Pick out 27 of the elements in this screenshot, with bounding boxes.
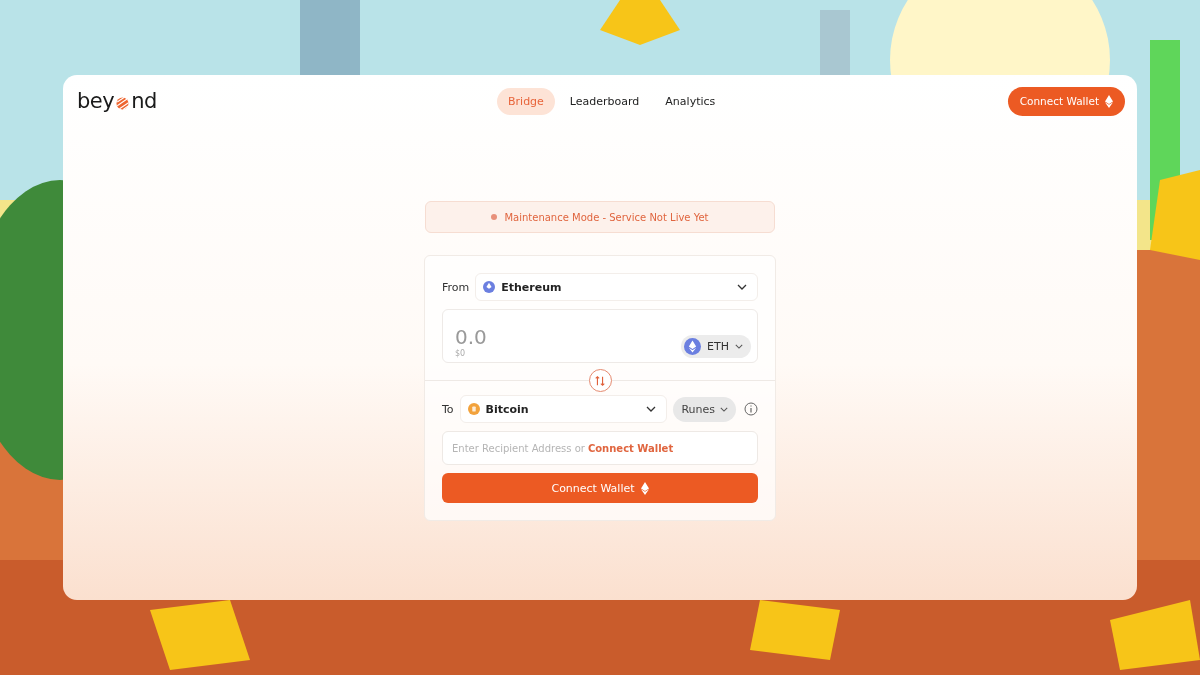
from-label: From <box>442 280 470 294</box>
info-icon[interactable] <box>744 402 758 416</box>
chevron-down-icon <box>720 406 728 412</box>
usd-value: $0 <box>455 349 467 358</box>
striped-circle-icon <box>115 95 131 111</box>
swap-arrows-icon <box>594 374 606 387</box>
nav-tab[interactable]: Analytics <box>654 87 727 115</box>
to-label: To <box>442 402 454 416</box>
protocol-select[interactable]: Runes <box>673 396 736 422</box>
ethereum-icon <box>684 338 702 355</box>
logo-text: nd <box>131 89 157 113</box>
amount-placeholder: 0.0 <box>455 325 487 349</box>
chevron-down-icon <box>646 406 657 412</box>
logo-text: bey <box>77 89 115 113</box>
token-select[interactable]: ETH <box>681 335 751 358</box>
chain-select[interactable]: Bitcoin <box>459 395 668 423</box>
chain-icon <box>467 403 480 415</box>
nav-tab[interactable]: Leaderboard <box>558 87 651 115</box>
notice-text: Maintenance Mode - Service Not Live Yet <box>504 211 709 223</box>
ethereum-icon <box>640 481 649 495</box>
ethereum-icon <box>1105 94 1113 108</box>
chevron-down-icon <box>735 344 743 349</box>
amount-field[interactable]: 0.0 $0 ETH <box>442 309 758 363</box>
chevron-down-icon <box>737 284 747 290</box>
chain-icon <box>483 281 496 293</box>
chain-select[interactable]: Ethereum <box>475 273 758 301</box>
swap-button[interactable] <box>588 369 612 392</box>
